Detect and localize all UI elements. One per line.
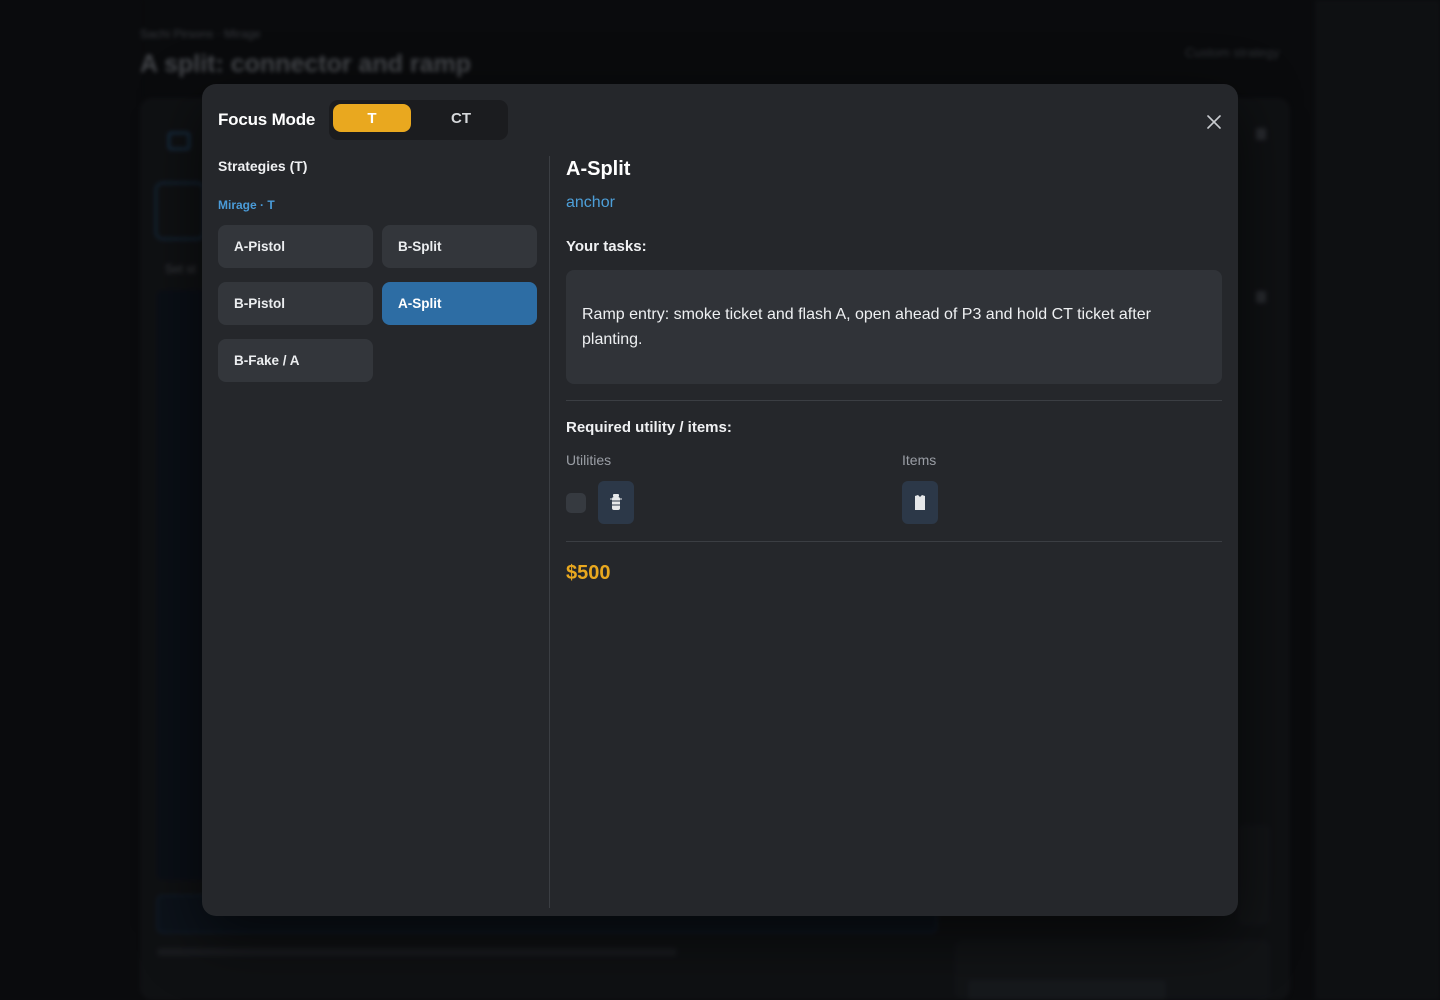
flashbang-icon — [610, 493, 622, 510]
tasks-box: Ramp entry: smoke ticket and flash A, op… — [566, 270, 1222, 384]
item-slot-armor — [902, 481, 938, 524]
close-button[interactable] — [1202, 110, 1226, 134]
background-bottom-input — [968, 980, 1166, 1000]
tasks-heading: Your tasks: — [566, 238, 647, 255]
background-right-strip — [1315, 0, 1440, 1000]
background-map-area — [157, 290, 207, 880]
background-custom-strategy-label: Custom strategy — [1185, 45, 1280, 60]
side-toggle: T CT — [329, 100, 508, 140]
strategy-cost: $500 — [566, 562, 611, 584]
focus-mode-modal: Focus Mode T CT Strategies (T) Mirage · … — [202, 84, 1238, 916]
background-set-label: Set st — [165, 262, 196, 276]
utility-empty-slot — [566, 493, 586, 513]
section-divider — [566, 541, 1222, 542]
strategy-list: A-Pistol B-Split B-Pistol A-Split B-Fake… — [218, 225, 537, 382]
strategy-button-b-pistol[interactable]: B-Pistol — [218, 282, 373, 325]
background-left-strip — [0, 0, 140, 1000]
strategy-button-b-fake-a[interactable]: B-Fake / A — [218, 339, 373, 382]
background-breadcrumb: Sachi Pirsons · Mirage — [140, 27, 261, 41]
map-side-label: Mirage · T — [218, 198, 275, 212]
background-page-title: A split: connector and ramp — [140, 50, 472, 78]
modal-title: Focus Mode — [218, 110, 316, 129]
utilities-label: Utilities — [566, 452, 612, 468]
background-side-card — [1238, 825, 1270, 925]
utility-heading: Required utility / items: — [566, 419, 732, 436]
strategy-title: A-Split — [566, 158, 631, 180]
background-footer-note — [157, 948, 677, 956]
items-label: Items — [902, 452, 937, 468]
background-selected-card — [155, 182, 205, 240]
section-divider — [566, 400, 1222, 401]
background-trash-icon — [1256, 291, 1266, 303]
utility-slot-flashbang — [598, 481, 634, 524]
player-role: anchor — [566, 194, 615, 211]
strategy-button-a-pistol[interactable]: A-Pistol — [218, 225, 373, 268]
background-trash-icon — [1256, 128, 1266, 140]
strategy-button-a-split[interactable]: A-Split — [382, 282, 537, 325]
column-divider — [549, 156, 550, 908]
strategy-button-b-split[interactable]: B-Split — [382, 225, 537, 268]
strategies-heading: Strategies (T) — [218, 158, 308, 174]
close-icon — [1207, 115, 1221, 129]
side-toggle-t-button[interactable]: T — [333, 104, 411, 132]
armor-icon — [915, 494, 925, 510]
side-toggle-ct-button[interactable]: CT — [420, 104, 502, 132]
tasks-text: Ramp entry: smoke ticket and flash A, op… — [582, 306, 1151, 348]
background-map-icon — [168, 132, 190, 150]
